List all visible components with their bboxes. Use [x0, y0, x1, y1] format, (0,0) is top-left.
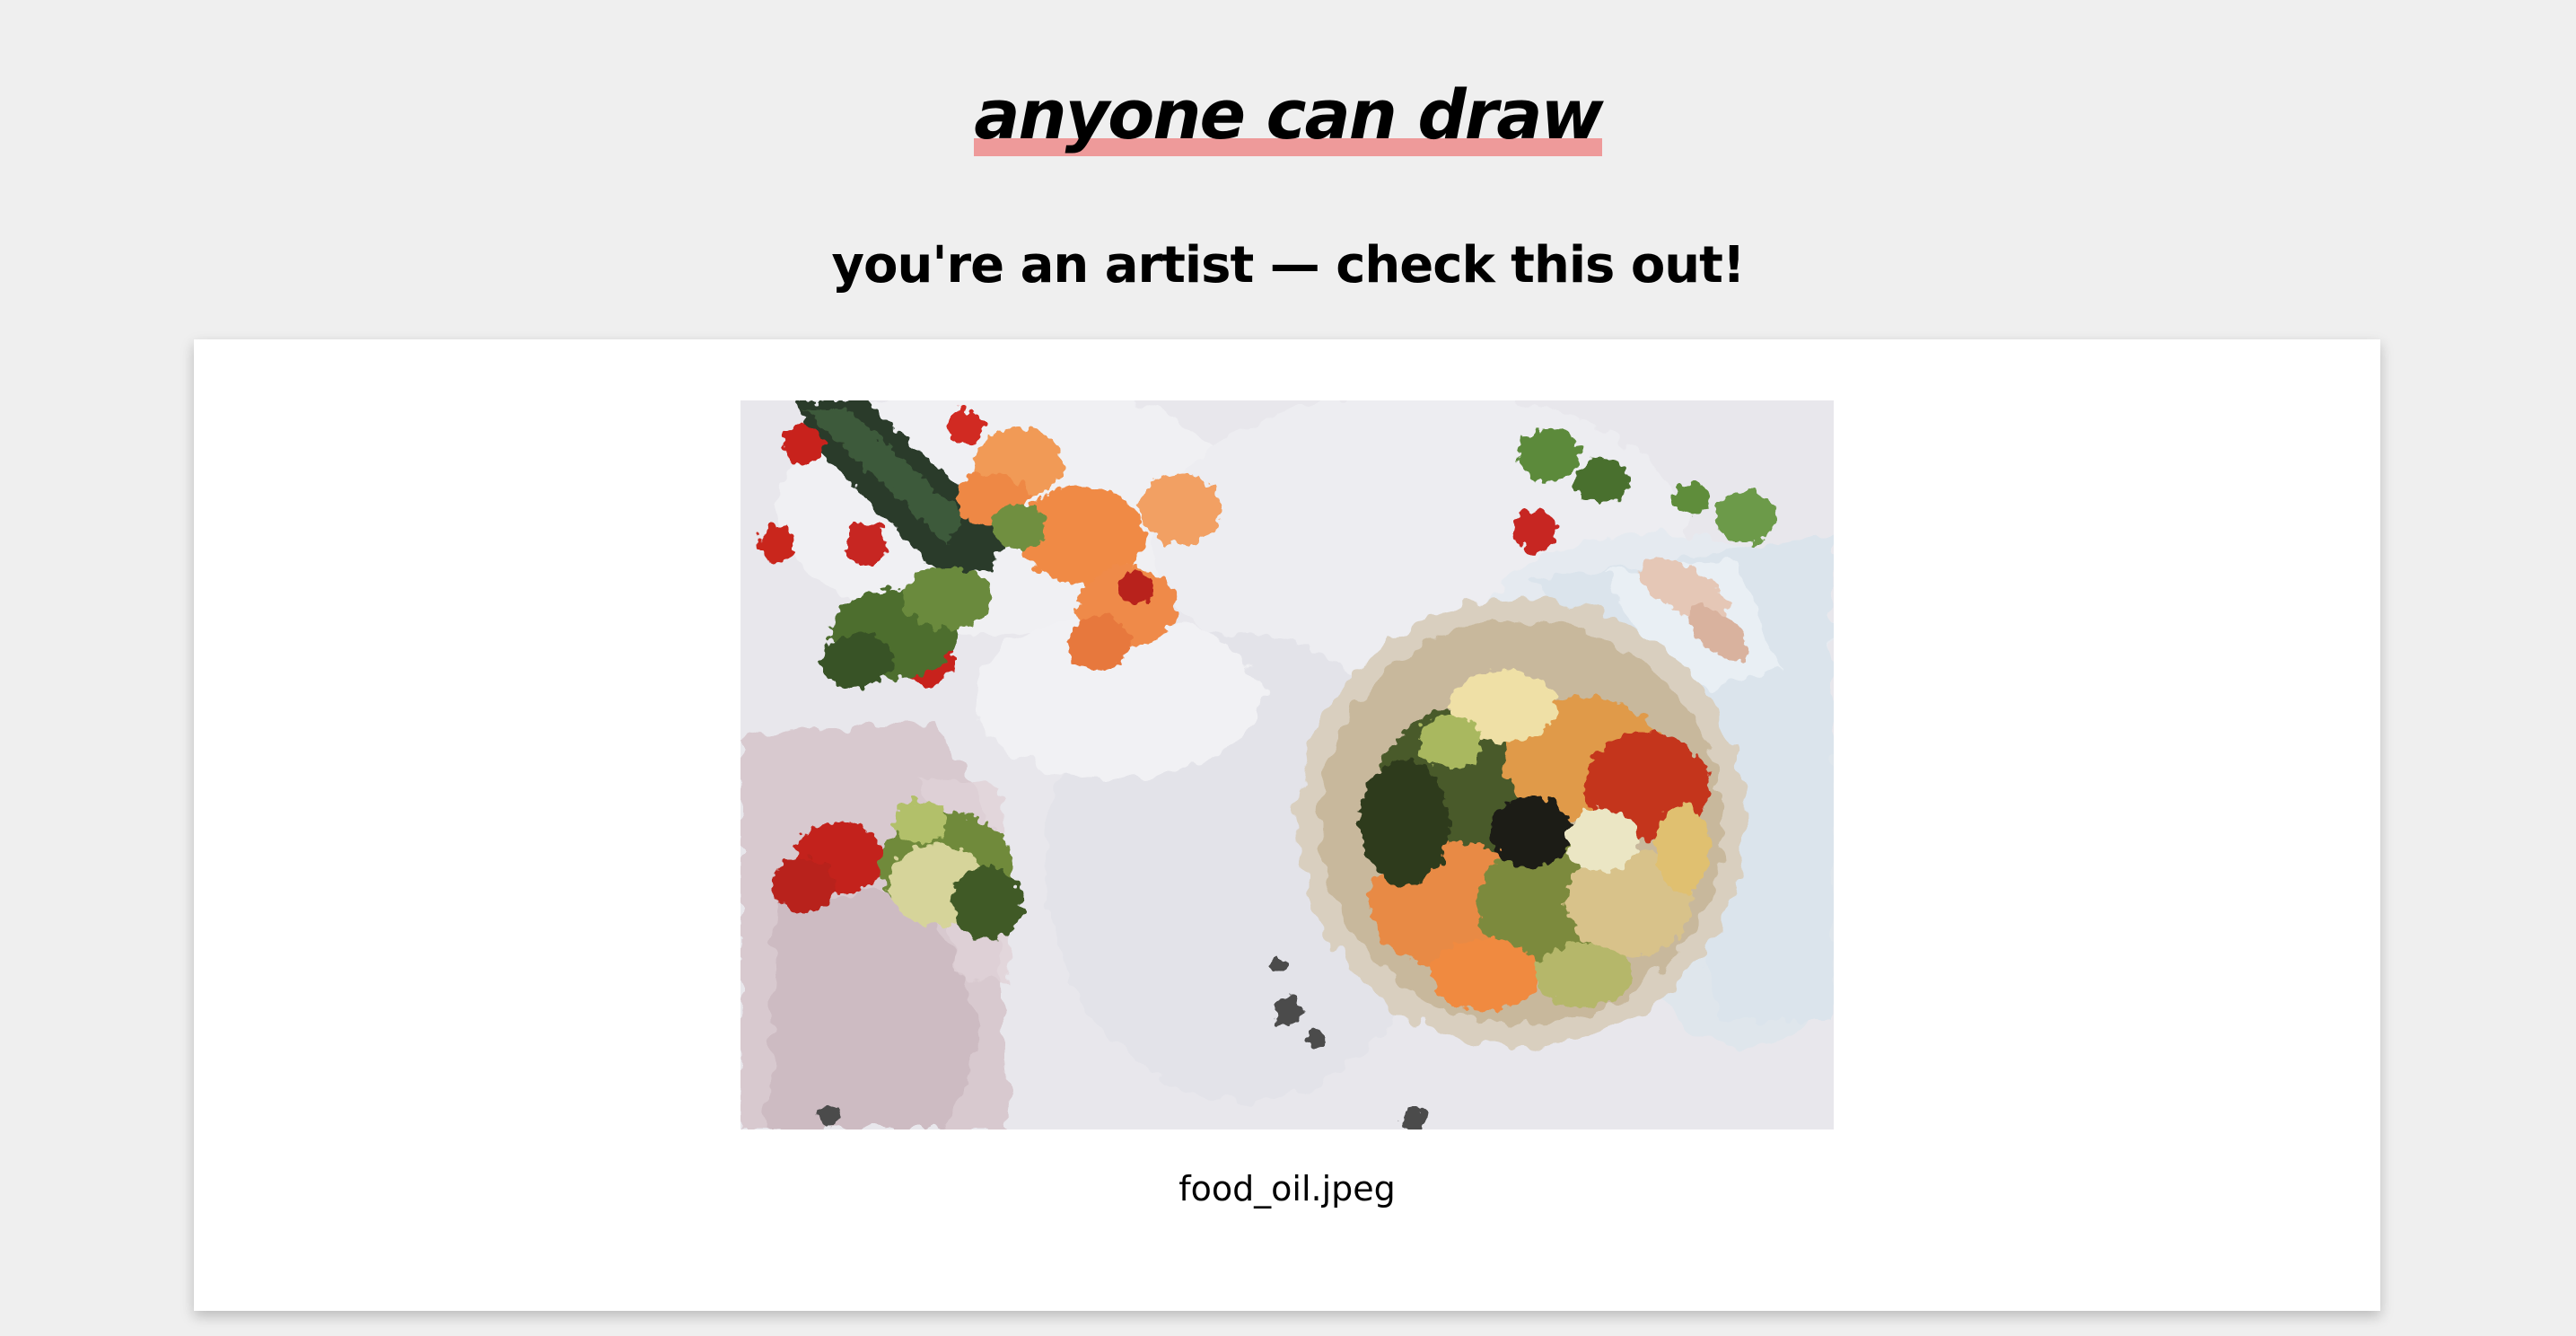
site-title: anyone can draw: [0, 70, 2576, 160]
oil-painting-image: [740, 400, 1834, 1129]
result-card: food_oil.jpeg: [194, 339, 2380, 1311]
image-filename: food_oil.jpeg: [1178, 1169, 1396, 1209]
site-title-label: anyone can draw: [974, 75, 1604, 154]
page-subtitle: you're an artist — check this out!: [831, 236, 1746, 294]
site-title-text: anyone can draw: [974, 70, 1604, 160]
